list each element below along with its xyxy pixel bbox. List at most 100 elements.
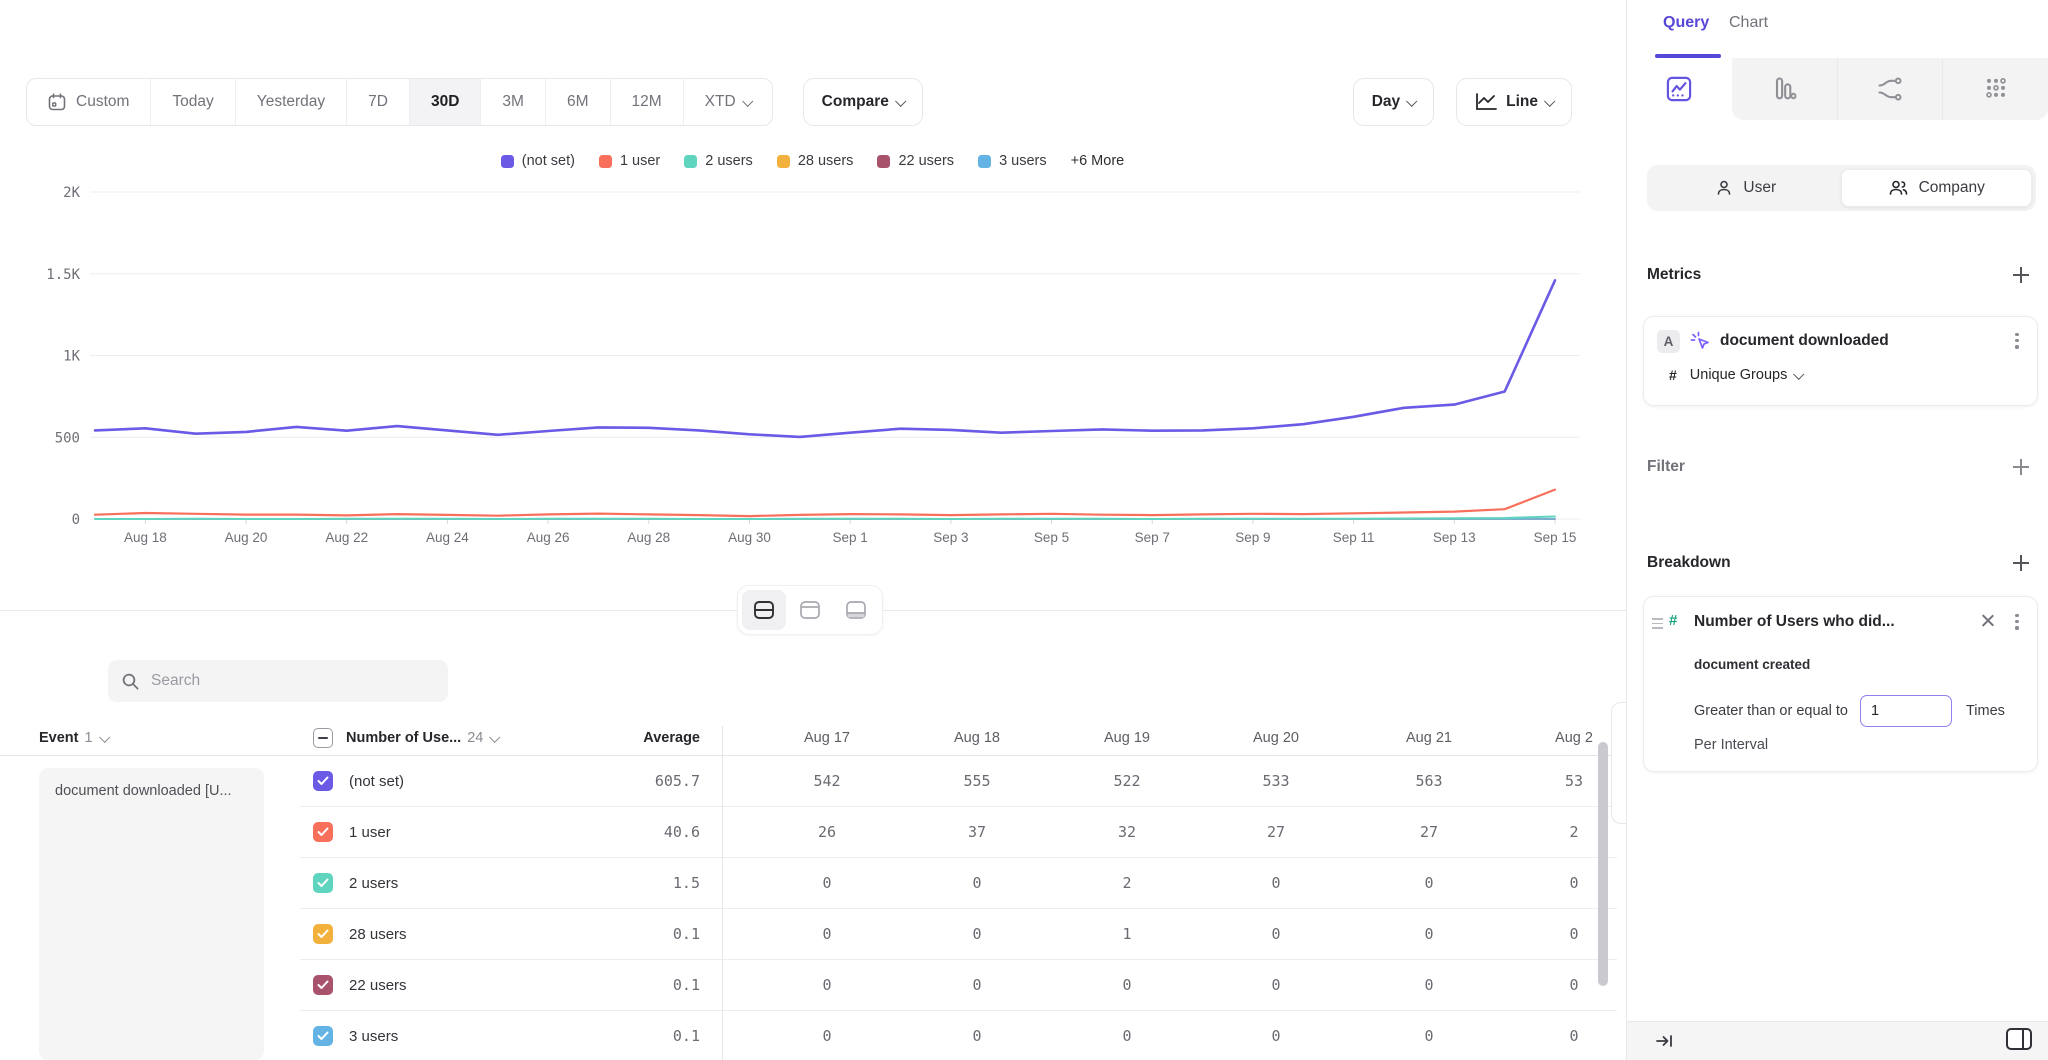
search-input[interactable] [149, 671, 413, 691]
legend-item[interactable]: 22 users [877, 153, 954, 169]
row-value: 542 [752, 772, 902, 790]
metrics-title: Metrics [1647, 266, 1701, 284]
table-row[interactable]: 22 users0.1000000 [300, 960, 1617, 1011]
row-value: 0 [902, 976, 1052, 994]
event-list[interactable]: document downloaded [U... [39, 768, 264, 1060]
table-row[interactable]: (not set)605.754255552253356353 [300, 756, 1617, 807]
legend-swatch [684, 155, 697, 168]
row-value: 0 [902, 1027, 1052, 1045]
panel-tabs: Query Chart [1627, 0, 2048, 58]
svg-text:2K: 2K [63, 185, 80, 201]
row-checkbox[interactable] [313, 975, 333, 995]
breakdown-event-name[interactable]: document created [1694, 657, 1810, 672]
chart-type-bar-tab[interactable] [1732, 58, 1837, 120]
scope-user-option[interactable]: User [1651, 169, 1841, 207]
layout-chart-button[interactable] [788, 590, 832, 630]
event-column-header[interactable]: Event1 [39, 730, 108, 746]
legend-item[interactable]: 3 users [978, 153, 1047, 169]
column-header-aug-18[interactable]: Aug 18 [902, 730, 1052, 746]
row-average: 0.1 [560, 925, 700, 943]
range-xtd[interactable]: XTD [684, 79, 772, 125]
row-value: 0 [1354, 1027, 1504, 1045]
range-today[interactable]: Today [151, 79, 235, 125]
compare-button[interactable]: Compare [803, 78, 923, 126]
condition-label[interactable]: Greater than or equal to [1694, 703, 1848, 719]
chart-type-flow-tab[interactable] [1837, 58, 1943, 120]
table-row[interactable]: 1 user40.626373227272 [300, 807, 1617, 858]
event-header-label: Event [39, 730, 79, 746]
row-value: 555 [902, 772, 1052, 790]
range-6m[interactable]: 6M [546, 79, 611, 125]
line-chart[interactable]: 05001K1.5K2KAug 18Aug 20Aug 22Aug 24Aug … [0, 170, 1625, 570]
layout-split-button[interactable] [742, 590, 786, 630]
svg-text:Aug 28: Aug 28 [627, 530, 670, 545]
user-icon [1715, 179, 1733, 197]
group-column-header[interactable]: Number of Use... 24 [313, 728, 498, 748]
legend-item[interactable]: 28 users [777, 153, 854, 169]
drag-handle-icon[interactable] [1652, 618, 1663, 629]
range-12m[interactable]: 12M [611, 79, 684, 125]
column-header-aug-19[interactable]: Aug 19 [1052, 730, 1202, 746]
range-yesterday[interactable]: Yesterday [236, 79, 347, 125]
breakdown-card[interactable]: # Number of Users who did... document cr… [1643, 596, 2038, 772]
bar-chart-tab-icon [1770, 75, 1798, 103]
scope-company-option[interactable]: Company [1841, 169, 2033, 207]
add-filter-button[interactable] [2012, 458, 2030, 476]
table-body: (not set)605.7542555522533563531 user40.… [300, 756, 1617, 1060]
metric-event-name[interactable]: document downloaded [1720, 332, 1889, 350]
row-checkbox[interactable] [313, 1026, 333, 1046]
row-label: 22 users [349, 977, 407, 994]
range-7d[interactable]: 7D [347, 79, 410, 125]
row-checkbox[interactable] [313, 771, 333, 791]
legend-label: 2 users [705, 153, 753, 169]
table-row[interactable]: 2 users1.5002000 [300, 858, 1617, 909]
table-row[interactable]: 28 users0.1001000 [300, 909, 1617, 960]
metric-card[interactable]: A document downloaded # Unique Groups [1643, 316, 2038, 406]
legend-more[interactable]: +6 More [1071, 153, 1125, 169]
table-row[interactable]: 3 users0.1000000 [300, 1011, 1617, 1060]
toggle-sidebar-icon[interactable] [2006, 1028, 2032, 1050]
svg-text:1K: 1K [63, 349, 80, 365]
metric-badge: A [1657, 330, 1680, 353]
interval-dropdown[interactable]: Day [1353, 78, 1434, 126]
legend-item[interactable]: 2 users [684, 153, 753, 169]
collapse-panel-icon[interactable] [1655, 1031, 1675, 1051]
chart-type-scatter-tab[interactable] [1942, 58, 2048, 120]
times-input[interactable] [1860, 695, 1952, 727]
row-checkbox[interactable] [313, 873, 333, 893]
remove-breakdown-icon[interactable] [1981, 613, 1995, 627]
metric-menu-button[interactable] [2010, 333, 2024, 349]
tab-query[interactable]: Query [1663, 14, 1709, 32]
breakdown-title: Breakdown [1647, 554, 1731, 572]
column-header-aug-20[interactable]: Aug 20 [1201, 730, 1351, 746]
column-header-aug-17[interactable]: Aug 17 [752, 730, 902, 746]
per-interval-label[interactable]: Per Interval [1694, 737, 1768, 753]
select-all-checkbox[interactable] [313, 728, 333, 748]
breakdown-menu-button[interactable] [2010, 614, 2024, 630]
layout-table-button[interactable] [834, 590, 878, 630]
row-average: 40.6 [560, 823, 700, 841]
chart-type-line-tab[interactable] [1627, 58, 1732, 120]
legend-item[interactable]: (not set) [501, 153, 575, 169]
add-breakdown-button[interactable] [2012, 554, 2030, 572]
row-checkbox[interactable] [313, 822, 333, 842]
chart-type-dropdown[interactable]: Line [1456, 78, 1572, 126]
range-30d[interactable]: 30D [410, 79, 481, 125]
svg-text:Aug 20: Aug 20 [225, 530, 268, 545]
average-column-header: Average [560, 730, 700, 746]
range-custom[interactable]: Custom [27, 79, 151, 125]
tab-chart[interactable]: Chart [1729, 14, 1768, 32]
breakdown-property-name[interactable]: Number of Users who did... [1694, 613, 1944, 631]
event-list-item[interactable]: document downloaded [U... [55, 783, 232, 799]
row-label: 28 users [349, 926, 407, 943]
measure-dropdown[interactable]: # Unique Groups [1669, 367, 1802, 383]
column-header-aug-21[interactable]: Aug 21 [1354, 730, 1504, 746]
legend-item[interactable]: 1 user [599, 153, 660, 169]
svg-text:Aug 24: Aug 24 [426, 530, 469, 545]
table-search[interactable] [108, 660, 448, 702]
row-label: 2 users [349, 875, 398, 892]
add-metric-button[interactable] [2012, 266, 2030, 284]
row-checkbox[interactable] [313, 924, 333, 944]
table-scrollbar[interactable] [1598, 742, 1608, 986]
range-3m[interactable]: 3M [481, 79, 546, 125]
